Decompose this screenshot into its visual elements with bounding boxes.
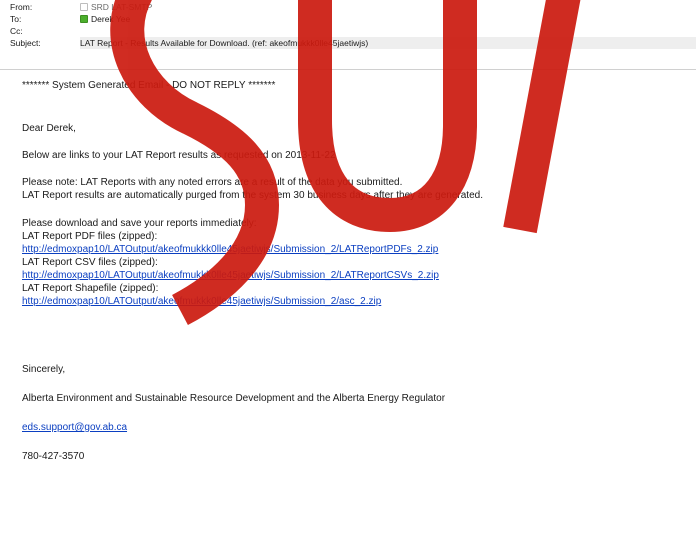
header-divider — [0, 69, 696, 70]
closing: Sincerely, — [22, 364, 66, 375]
from-sender-name: SRD LAT-SMTP — [91, 2, 153, 12]
note-purge: LAT Report results are automatically pur… — [22, 190, 483, 201]
message-header: From: SRD LAT-SMTP To: Derek Yee Cc: Sub… — [0, 0, 696, 69]
pdf-label: LAT Report PDF files (zipped): — [22, 231, 158, 242]
phone-number: 780-427-3570 — [22, 451, 85, 462]
download-intro: Please download and save your reports im… — [22, 218, 257, 229]
support-email-link[interactable]: eds.support@gov.ab.ca — [22, 421, 127, 434]
csv-download-link[interactable]: http://edmoxpap10/LATOutput/akeofmukkk0l… — [22, 269, 439, 282]
pdf-download-link[interactable]: http://edmoxpap10/LATOutput/akeofmukkk0l… — [22, 243, 438, 256]
greeting: Dear Derek, — [22, 123, 76, 134]
presence-online-icon — [80, 15, 88, 23]
shapefile-download-link[interactable]: http://edmoxpap10/LATOutput/akeofmukkk0l… — [22, 295, 381, 308]
subject-label: Subject: — [10, 38, 41, 48]
from-label: From: — [10, 2, 33, 12]
to-recipient-name: Derek Yee — [91, 14, 131, 24]
to-label: To: — [10, 14, 22, 24]
cc-label: Cc: — [10, 26, 23, 36]
from-sender[interactable]: SRD LAT-SMTP — [80, 1, 152, 13]
to-recipient[interactable]: Derek Yee — [80, 13, 130, 25]
organization: Alberta Environment and Sustainable Reso… — [22, 393, 446, 404]
note-errors: Please note: LAT Reports with any noted … — [22, 177, 403, 188]
system-banner: ******* System Generated Email - DO NOT … — [22, 80, 276, 91]
csv-label: LAT Report CSV files (zipped): — [22, 257, 158, 268]
intro-text: Below are links to your LAT Report resul… — [22, 150, 336, 161]
subject-text: LAT Report - Results Available for Downl… — [80, 37, 696, 49]
subject-row: Subject: LAT Report - Results Available … — [0, 37, 696, 49]
presence-offline-icon — [80, 3, 88, 11]
shapefile-label: LAT Report Shapefile (zipped): — [22, 283, 159, 294]
